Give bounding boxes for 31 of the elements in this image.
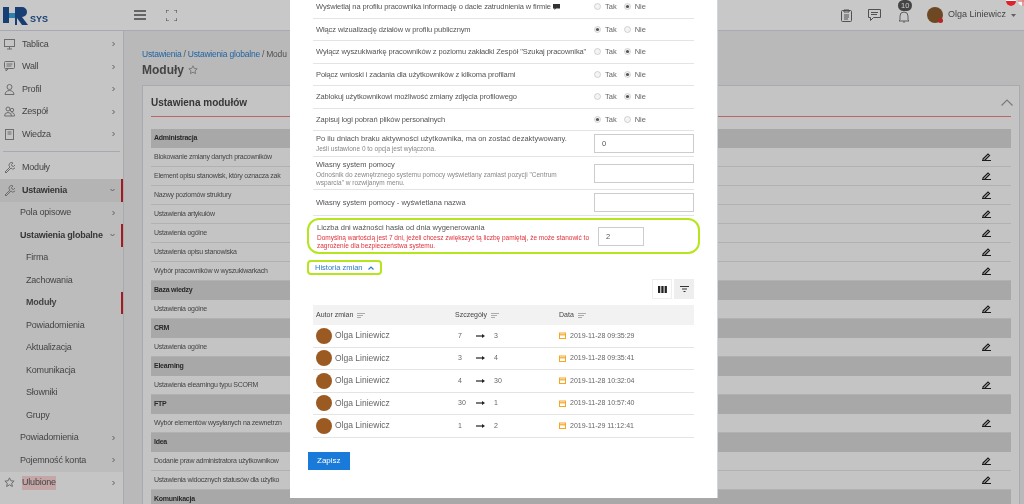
sidebar-item[interactable]: Pola opisowe xyxy=(0,201,123,224)
sidebar-item[interactable]: Ustawienia globalne xyxy=(0,224,123,247)
sidebar-item[interactable]: Moduły xyxy=(0,156,123,179)
sidebar-item[interactable]: Pojemność konta xyxy=(0,449,123,472)
breadcrumb-current: Modu xyxy=(266,48,287,60)
user-name[interactable]: Olga Liniewicz xyxy=(947,8,1006,22)
author-name: Olga Liniewicz xyxy=(335,419,390,433)
author-name: Olga Liniewicz xyxy=(335,396,390,410)
sidebar-item[interactable]: Profil xyxy=(0,78,123,101)
breadcrumb-separator: / xyxy=(183,48,186,60)
save-button[interactable]: Zapisz xyxy=(308,451,350,470)
sidebar-item[interactable]: Wall xyxy=(0,55,123,78)
card-title: Ustawiena modułów xyxy=(151,96,248,110)
sidebar-item[interactable]: Grupy xyxy=(0,404,123,427)
sidebar-item[interactable]: Powiadomienia xyxy=(0,426,123,449)
sidebar-item[interactable]: Zachowania xyxy=(0,269,123,292)
author-name: Olga Liniewicz xyxy=(335,374,390,388)
sidebar-item[interactable]: Wiedza xyxy=(0,123,123,146)
sidebar-item[interactable]: Firma xyxy=(0,246,123,269)
sidebar-item[interactable]: Zespół xyxy=(0,100,123,123)
page-title: Moduły xyxy=(142,62,184,79)
sidebar-item[interactable]: Powiadomienia xyxy=(0,314,123,337)
sidebar-item[interactable]: Ustawienia xyxy=(0,179,123,202)
breadcrumb-separator: / xyxy=(262,48,265,60)
sidebar-item[interactable]: Słowniki xyxy=(0,381,123,404)
sidebar-item[interactable]: Tablica xyxy=(0,33,123,56)
sidebar-item[interactable]: Moduły xyxy=(0,291,123,314)
breadcrumb-link[interactable]: Ustawienia globalne xyxy=(187,48,261,60)
sidebar-item[interactable]: Aktualizacja xyxy=(0,336,123,359)
sidebar-item[interactable]: Komunikacja xyxy=(0,359,123,382)
breadcrumb-link[interactable]: Ustawienia xyxy=(142,48,182,60)
